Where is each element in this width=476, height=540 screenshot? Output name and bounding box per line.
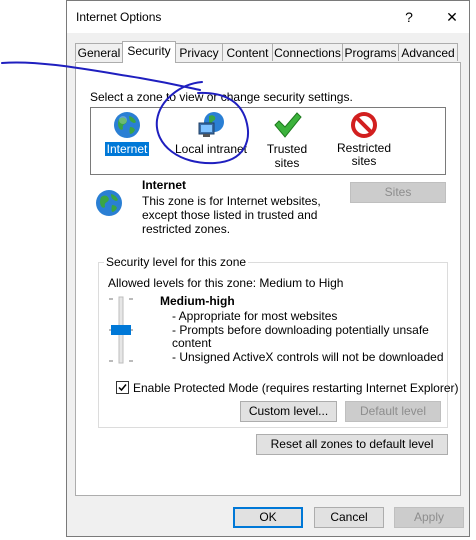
protected-mode-label: Enable Protected Mode (requires restarti…	[133, 381, 459, 395]
zone-list[interactable]: Internet Local intranet Trusted sites Re…	[90, 107, 446, 175]
security-level-detail: content	[172, 336, 212, 350]
zone-title: Internet	[142, 178, 187, 192]
tab-content[interactable]: Content	[222, 43, 273, 61]
checkmark-icon	[118, 384, 127, 392]
tab-general[interactable]: General	[75, 43, 123, 61]
close-button[interactable]: ✕	[440, 7, 464, 27]
security-level-group-label: Security level for this zone	[104, 255, 249, 269]
internet-options-dialog: Internet Options ? ✕ General Security Pr…	[66, 0, 470, 537]
zone-internet[interactable]: Internet	[95, 110, 159, 157]
green-checkmark-icon	[274, 112, 302, 138]
security-level-details: - Appropriate for most websites - Prompt…	[172, 309, 444, 364]
restricted-label-line1: Restricted	[336, 141, 392, 155]
tab-security[interactable]: Security	[122, 41, 176, 63]
security-level-slider[interactable]	[106, 295, 136, 365]
reset-all-zones-button[interactable]: Reset all zones to default level	[256, 434, 448, 455]
tab-programs[interactable]: Programs	[342, 43, 399, 61]
custom-level-button[interactable]: Custom level...	[240, 401, 337, 422]
apply-button[interactable]: Apply	[394, 507, 464, 528]
intranet-computer-icon	[198, 112, 224, 137]
zone-local-intranet[interactable]: Local intranet	[171, 110, 251, 156]
tab-privacy[interactable]: Privacy	[175, 43, 223, 61]
zone-description-line: except those listed in trusted and	[142, 208, 318, 222]
allowed-levels-text: Allowed levels for this zone: Medium to …	[108, 276, 344, 290]
zone-description-line: This zone is for Internet websites,	[142, 194, 321, 208]
zone-restricted-sites-label: Restricted sites	[335, 142, 393, 168]
zone-description: This zone is for Internet websites, exce…	[142, 194, 322, 236]
security-level-detail: - Appropriate for most websites	[172, 309, 338, 323]
protected-mode-checkbox[interactable]	[116, 381, 129, 394]
restricted-label-line2: sites	[351, 154, 377, 168]
zone-trusted-sites[interactable]: Trusted sites	[251, 110, 323, 170]
cancel-button[interactable]: Cancel	[314, 507, 384, 528]
no-entry-icon	[351, 112, 377, 138]
zone-instruction: Select a zone to view or change security…	[90, 90, 353, 104]
window-title: Internet Options	[76, 10, 162, 24]
ok-button[interactable]: OK	[233, 507, 303, 528]
globe-icon	[114, 112, 140, 138]
security-tab-panel: Select a zone to view or change security…	[75, 62, 461, 496]
zone-internet-label: Internet	[103, 141, 151, 157]
help-button[interactable]: ?	[399, 7, 419, 27]
zone-description-line: restricted zones.	[142, 222, 231, 236]
security-level-detail: - Prompts before downloading potentially…	[172, 322, 429, 337]
tab-connections[interactable]: Connections	[272, 43, 343, 61]
security-level-detail: - Unsigned ActiveX controls will not be …	[172, 349, 444, 364]
sites-button[interactable]: Sites	[350, 182, 446, 203]
title-bar[interactable]: Internet Options ? ✕	[67, 1, 469, 33]
protected-mode-row[interactable]: Enable Protected Mode (requires restarti…	[116, 381, 459, 395]
tab-advanced[interactable]: Advanced	[398, 43, 458, 61]
zone-trusted-sites-label: Trusted sites	[266, 142, 308, 170]
zone-local-intranet-label: Local intranet	[174, 142, 248, 156]
zone-restricted-sites[interactable]: Restricted sites	[329, 110, 399, 168]
globe-icon	[96, 190, 122, 216]
security-level-name: Medium-high	[160, 294, 235, 308]
default-level-button[interactable]: Default level	[345, 401, 441, 422]
